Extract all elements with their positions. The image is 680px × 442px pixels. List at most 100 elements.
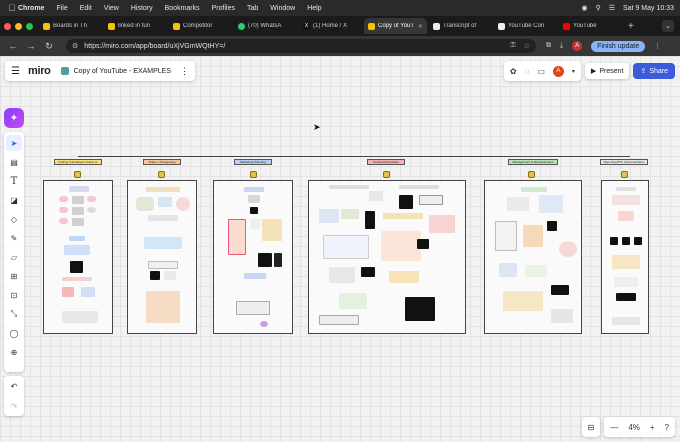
- share-button[interactable]: ⇪ Share: [633, 63, 675, 79]
- miro-board-canvas[interactable]: ☰ miro Copy of YouTube - EXAMPLES ⋮ ✿ ◌ …: [0, 56, 680, 442]
- video-call-icon[interactable]: ▭: [537, 67, 545, 76]
- pen-icon[interactable]: ✎: [6, 230, 22, 246]
- bookmark-star-icon[interactable]: ☆: [524, 42, 530, 50]
- frame-item: [72, 207, 84, 215]
- board-frame[interactable]: [43, 180, 113, 334]
- extensions-icon[interactable]: ⧉: [546, 42, 551, 50]
- menu-view[interactable]: View: [104, 5, 119, 12]
- undo-icon[interactable]: ↶: [11, 382, 18, 391]
- frame-tool-icon[interactable]: ⊞: [6, 268, 22, 284]
- browser-tab[interactable]: Transcript of: [429, 18, 492, 34]
- reload-icon[interactable]: ↻: [42, 41, 56, 52]
- password-key-icon[interactable]: ⚿: [510, 42, 515, 50]
- zoom-out-icon[interactable]: —: [610, 423, 618, 432]
- browser-tab[interactable]: YouTube Con: [494, 18, 557, 34]
- clock-text[interactable]: Sat 9 May 10:33: [623, 5, 674, 12]
- menu-profiles[interactable]: Profiles: [212, 5, 235, 12]
- frame-item: [146, 291, 180, 323]
- frame-item: [329, 185, 369, 189]
- new-tab-button[interactable]: +: [628, 21, 634, 32]
- ai-assistant-button[interactable]: ✦: [4, 108, 24, 128]
- frame-label[interactable]: Content Production: [367, 159, 405, 165]
- present-button[interactable]: ▶ Present: [584, 63, 630, 79]
- back-arrow-icon[interactable]: ←: [6, 41, 20, 51]
- browser-tab[interactable]: linked in fun: [104, 18, 167, 34]
- profile-avatar[interactable]: A: [572, 41, 583, 51]
- finish-update-button[interactable]: Finish update: [591, 40, 646, 52]
- connector-icon[interactable]: ⤡: [6, 306, 22, 322]
- zoom-level[interactable]: 4%: [628, 423, 640, 432]
- frame-label[interactable]: Management & Idea Execution: [508, 159, 558, 165]
- comments-icon[interactable]: ◌: [525, 67, 530, 76]
- frame-item: [616, 187, 636, 191]
- grid-apps-icon[interactable]: ⊡: [6, 287, 22, 303]
- reactions-icon[interactable]: ✿: [510, 67, 517, 76]
- url-text: https://miro.com/app/board/uXjVGmWQtHY=/: [84, 42, 226, 50]
- menu-help[interactable]: Help: [307, 5, 321, 12]
- browser-toolbar: ← → ↻ ⚙ https://miro.com/app/board/uXjVG…: [0, 36, 680, 56]
- zoom-window-button[interactable]: [26, 22, 33, 30]
- menu-window[interactable]: Window: [270, 5, 295, 12]
- board-options-icon[interactable]: ⋮: [180, 66, 189, 77]
- wifi-icon[interactable]: ◉: [581, 4, 587, 12]
- chevron-down-icon[interactable]: ▾: [572, 68, 575, 75]
- tab-search-icon[interactable]: ⌄: [662, 20, 674, 32]
- window-controls: [4, 22, 33, 30]
- frame-label[interactable]: Finding Fundraisers Online to SBD.com: [54, 159, 102, 165]
- add-more-icon[interactable]: ⊕: [6, 344, 22, 360]
- board-frame[interactable]: [484, 180, 582, 334]
- menu-file[interactable]: File: [56, 5, 67, 12]
- select-cursor-icon[interactable]: ➤: [6, 135, 22, 151]
- frame-label[interactable]: Reporting BTF Implementation: [600, 159, 648, 165]
- chrome-menu-icon[interactable]: ⋮: [654, 42, 661, 50]
- collaborator-avatar[interactable]: A: [552, 65, 564, 77]
- zoom-controls: — 4% + ?: [604, 417, 675, 437]
- board-frame[interactable]: [127, 180, 197, 334]
- board-title[interactable]: Copy of YouTube - EXAMPLES: [74, 68, 171, 75]
- close-window-button[interactable]: [4, 22, 11, 30]
- control-center-icon[interactable]: ☰: [609, 4, 615, 12]
- board-frame[interactable]: [601, 180, 649, 334]
- browser-tab[interactable]: X (1) Home / X: [299, 18, 362, 34]
- menu-bookmarks[interactable]: Bookmarks: [165, 5, 200, 12]
- menu-chrome[interactable]: Chrome: [18, 5, 44, 12]
- chat-icon[interactable]: ◯: [6, 325, 22, 341]
- address-bar-input[interactable]: ⚙ https://miro.com/app/board/uXjVGmWQtHY…: [66, 39, 536, 53]
- close-tab-icon[interactable]: ✕: [418, 23, 423, 30]
- browser-tab[interactable]: Boards in Th: [39, 18, 102, 34]
- apple-icon[interactable]: : [6, 3, 18, 13]
- shapes-icon[interactable]: ◇: [6, 211, 22, 227]
- browser-tab[interactable]: (70) WhatsA: [234, 18, 297, 34]
- frame-label[interactable]: Video + Prospecting: [143, 159, 181, 165]
- download-icon[interactable]: ⤓: [560, 42, 563, 50]
- board-outline-icon[interactable]: ⊟: [588, 423, 595, 432]
- text-tool-icon[interactable]: T: [6, 173, 22, 189]
- sticky-note-icon[interactable]: ◪: [6, 192, 22, 208]
- comment-tool-icon[interactable]: ▱: [6, 249, 22, 265]
- search-spotlight-icon[interactable]: ⚲: [596, 4, 601, 12]
- browser-tab-strip: Boards in Th linked in fun Competitor (7…: [0, 16, 680, 36]
- browser-tab[interactable]: Competitor: [169, 18, 232, 34]
- help-icon[interactable]: ?: [665, 423, 669, 432]
- menu-history[interactable]: History: [131, 5, 153, 12]
- browser-tab-active[interactable]: Copy of YouT ✕: [364, 18, 427, 34]
- frame-item: [260, 321, 268, 327]
- menu-tab[interactable]: Tab: [247, 5, 258, 12]
- frame-label[interactable]: Marketing Planning: [234, 159, 272, 165]
- zoom-in-icon[interactable]: +: [650, 423, 655, 432]
- browser-tab[interactable]: YouTube: [559, 18, 622, 34]
- templates-icon[interactable]: ▤: [6, 154, 22, 170]
- miro-logo[interactable]: miro: [28, 65, 51, 77]
- site-info-icon[interactable]: ⚙: [72, 42, 78, 50]
- redo-icon[interactable]: ↷: [11, 402, 18, 411]
- forward-arrow-icon[interactable]: →: [24, 41, 38, 51]
- menu-edit[interactable]: Edit: [80, 5, 92, 12]
- board-list-panel: ⊟: [581, 417, 601, 437]
- board-frame[interactable]: [308, 180, 466, 334]
- frame-item: [361, 267, 375, 277]
- frame-item: [634, 237, 642, 245]
- frame-item: [59, 207, 68, 213]
- main-menu-icon[interactable]: ☰: [11, 66, 20, 77]
- board-frame[interactable]: [213, 180, 293, 334]
- minimize-window-button[interactable]: [15, 22, 22, 30]
